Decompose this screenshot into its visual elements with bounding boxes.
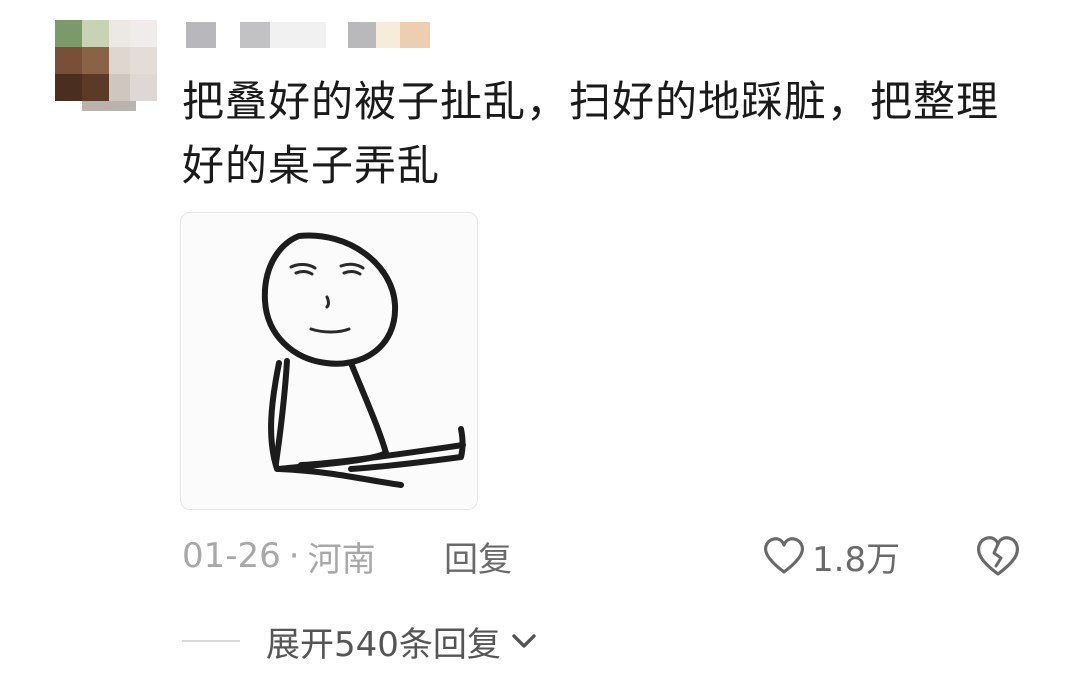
reply-button[interactable]: 回复	[444, 530, 512, 582]
meme-sticker-image[interactable]	[180, 212, 478, 510]
avatar[interactable]	[55, 20, 157, 112]
comment-date: 01-26	[182, 536, 281, 576]
username[interactable]	[186, 22, 446, 50]
comment-text: 把叠好的被子扯乱，扫好的地踩脏，把整理好的桌子弄乱	[182, 77, 1000, 190]
like-button[interactable]: 1.8万	[762, 530, 900, 582]
heart-outline-icon	[763, 537, 805, 574]
expand-replies-button[interactable]: 展开540条回复	[182, 614, 539, 668]
comment-meta: 01-26 · 河南	[182, 530, 376, 582]
dislike-button[interactable]	[974, 532, 1022, 580]
comment-card: 把叠好的被子扯乱，扫好的地踩脏，把整理好的桌子弄乱 01-26 · 河南 回复 …	[0, 0, 1078, 694]
stick-figure-illustration	[261, 232, 466, 488]
broken-heart-icon	[976, 536, 1020, 576]
meta-separator: ·	[288, 536, 300, 576]
like-count: 1.8万	[812, 539, 901, 580]
chevron-down-icon	[512, 634, 536, 648]
divider-line	[182, 640, 240, 642]
reply-label: 回复	[444, 539, 512, 580]
comment-location: 河南	[307, 539, 376, 580]
expand-replies-label: 展开540条回复	[266, 624, 501, 665]
